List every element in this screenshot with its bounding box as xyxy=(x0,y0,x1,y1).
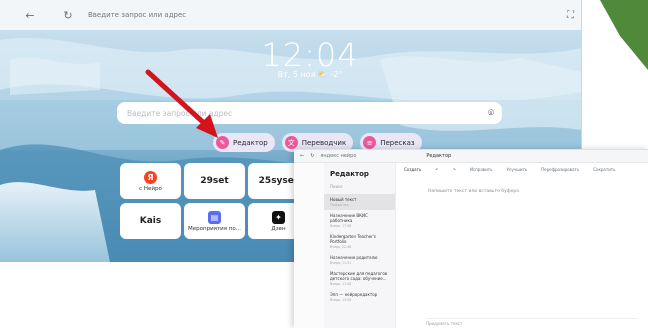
editor-hint[interactable]: Напишите текст или вставьте буфера xyxy=(428,189,519,194)
editor-window: ← ↻ яндекс нейро Редактор Редактор Поиск… xyxy=(294,149,648,328)
document-title: Kindergarten Teacher's Portfolio xyxy=(330,234,377,244)
document-item[interactable]: Мастерские для педагогов детского сада: … xyxy=(324,268,395,289)
editor-sidebar: Редактор Поиск Новый текст Только что На… xyxy=(324,163,396,328)
tile-label: Kais xyxy=(139,216,162,226)
address-bar: ← ↻ ⛶ xyxy=(0,0,581,30)
tile-label: Дзен xyxy=(271,225,286,232)
document-item[interactable]: Эпп — нейроредактор Вчера, 13:56 xyxy=(324,289,395,305)
improve-button[interactable]: Улучшить xyxy=(506,167,527,172)
sidebar-title: Редактор xyxy=(330,170,369,178)
back-icon[interactable]: ← xyxy=(22,9,38,22)
screenshot: ← ↻ ⛶ 12:04 Вт, 5 ноя ⛅ -2° Введите запр… xyxy=(0,0,648,328)
translate-icon: 文 xyxy=(284,136,298,149)
tile-events[interactable]: ▤ Мероприятия по... xyxy=(184,203,245,239)
document-date: Вчера, 13:56 xyxy=(330,298,352,302)
create-button[interactable]: Создать xyxy=(404,167,421,172)
calendar-icon: ▤ xyxy=(208,210,221,224)
document-date: Вчера, 11:51 xyxy=(330,261,352,265)
shorten-button[interactable]: Сократить xyxy=(593,167,615,172)
search-box[interactable]: Введите запрос или адрес ⌾ xyxy=(117,102,502,124)
chip-editor[interactable]: ✎ Редактор xyxy=(213,133,275,152)
fix-button[interactable]: Исправить xyxy=(470,167,492,172)
document-title: Мастерские для педагогов детского сада: … xyxy=(330,271,388,281)
editor-toolbar: Создать ↶ ↷ Исправить Улучшить Перефрази… xyxy=(404,167,629,172)
chip-label: Переводчик xyxy=(301,138,347,147)
document-title: Назначение ВКИС работника xyxy=(330,213,368,223)
editor-titlebar: ← ↻ яндекс нейро Редактор xyxy=(294,150,648,163)
sidebar-search[interactable]: Поиск xyxy=(324,181,395,194)
document-date: Только что xyxy=(330,203,349,207)
document-date: Вчера, 17:08 xyxy=(330,224,352,228)
refresh-icon[interactable]: ↻ xyxy=(310,153,314,159)
tile-kais[interactable]: Kais xyxy=(120,203,181,239)
clock: 12:04 xyxy=(261,36,359,74)
decorative-green-corner xyxy=(600,0,648,70)
document-item[interactable]: Новый текст Только что xyxy=(324,194,395,210)
tile-29set[interactable]: 29set xyxy=(184,163,245,199)
address-input[interactable] xyxy=(88,6,528,24)
document-item[interactable]: Назначение родителю Вчера, 11:51 xyxy=(324,252,395,268)
refresh-icon[interactable]: ↻ xyxy=(60,9,76,22)
document-title: Новый текст xyxy=(330,197,357,202)
camera-search-icon[interactable]: ⌾ xyxy=(488,108,494,119)
search-placeholder: Введите запрос или адрес xyxy=(127,108,233,118)
tile-label: с Нейро xyxy=(139,185,162,192)
translate-icon[interactable]: ⛶ xyxy=(567,10,574,21)
pencil-icon: ✎ xyxy=(216,136,229,149)
document-item[interactable]: Назначение ВКИС работника Вчера, 17:08 xyxy=(324,210,395,231)
chip-label: Пересказ xyxy=(380,138,415,147)
document-title: Эпп — нейроредактор xyxy=(330,292,378,297)
summary-icon: ≡ xyxy=(363,136,377,149)
editor-url[interactable]: яндекс нейро xyxy=(320,153,356,159)
undo-icon[interactable]: ↶ xyxy=(435,167,438,172)
tile-label: 25syser xyxy=(258,176,299,186)
date-weather: Вт, 5 ноя ⛅ -2° xyxy=(277,70,343,79)
back-icon[interactable]: ← xyxy=(300,153,304,159)
rephrase-button[interactable]: Перефразировать xyxy=(541,167,579,172)
chip-label: Редактор xyxy=(233,138,268,147)
tile-yandex[interactable]: Я с Нейро xyxy=(120,163,181,199)
document-title: Назначение родителю xyxy=(330,255,378,260)
prompt-input[interactable]: Придумать текст xyxy=(426,318,638,327)
yandex-icon: Я xyxy=(144,170,157,184)
redo-icon[interactable]: ↷ xyxy=(453,167,456,172)
dzen-icon: ✦ xyxy=(272,210,285,224)
editor-window-title: Редактор xyxy=(426,153,452,159)
document-item[interactable]: Kindergarten Teacher's Portfolio Вчера, … xyxy=(324,231,395,252)
document-date: Вчера, 22:48 xyxy=(330,245,352,249)
tile-label: 29set xyxy=(200,176,229,186)
document-date: Вчера, 11:08 xyxy=(330,282,352,286)
tile-label: Мероприятия по... xyxy=(188,225,241,232)
editor-left-strip xyxy=(294,163,324,328)
